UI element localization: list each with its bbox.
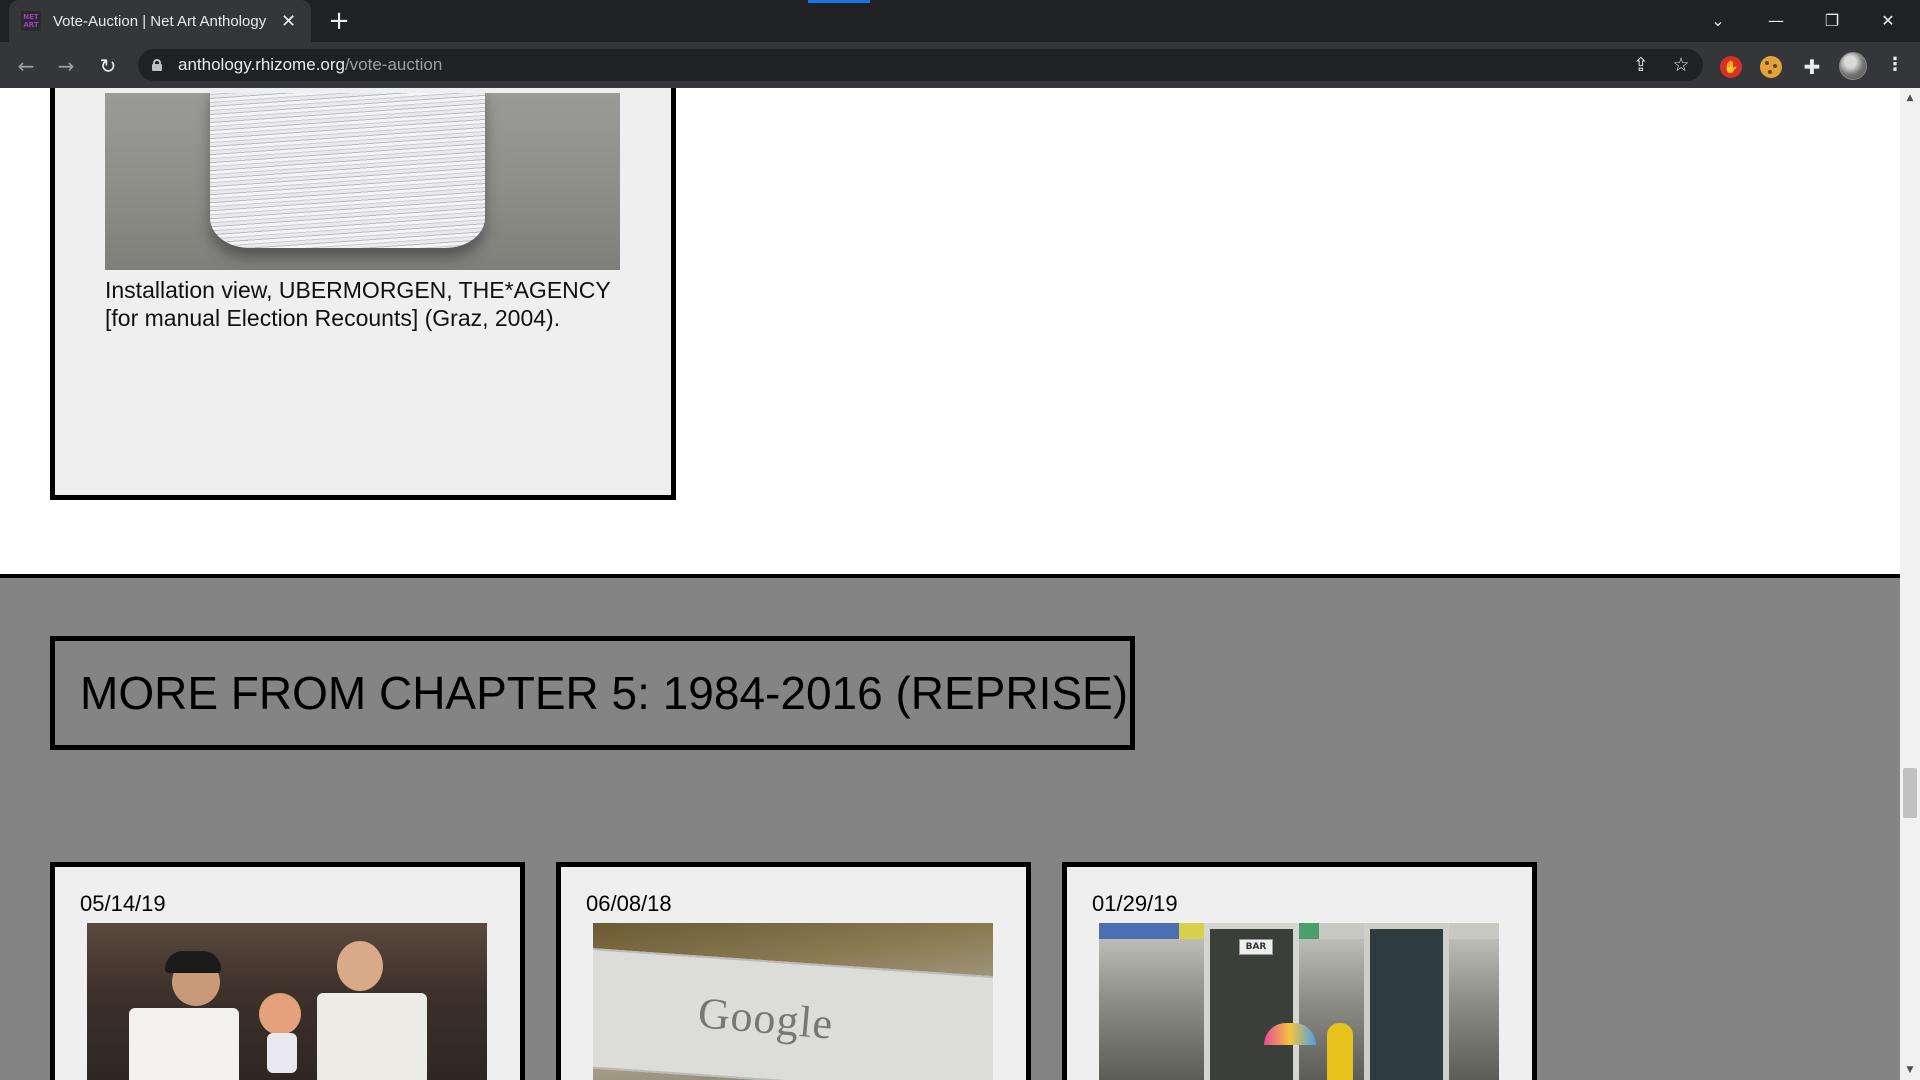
scroll-down-arrow-icon[interactable]: ▼	[1900, 1062, 1920, 1078]
restore-button[interactable]: ❐	[1804, 0, 1860, 42]
card-date: 01/29/19	[1092, 891, 1178, 916]
new-tab-button[interactable]: +	[324, 6, 354, 36]
lock-icon	[152, 59, 162, 71]
chapter-heading-box[interactable]: MORE FROM CHAPTER 5: 1984-2016 (REPRISE)	[50, 636, 1135, 750]
address-bar[interactable]: anthology.rhizome.org/vote-auction	[138, 49, 1703, 81]
card-thumbnail[interactable]	[87, 923, 487, 1080]
tab-close-icon[interactable]: ✕	[281, 11, 296, 32]
url-path: /vote-auction	[344, 55, 443, 74]
net-art-favicon-icon: NET ART	[21, 11, 41, 31]
scroll-up-arrow-icon[interactable]: ▲	[1900, 90, 1920, 106]
forward-button[interactable]: →	[50, 50, 82, 82]
bar-sign: BAR	[1239, 939, 1273, 955]
card-date: 06/08/18	[586, 891, 672, 916]
browser-menu-icon[interactable]: ⋮	[1880, 50, 1910, 80]
t-shirt-shape	[267, 1033, 297, 1073]
paper-stack-image	[210, 93, 485, 248]
page-scrollbar[interactable]: ▲ ▼	[1900, 88, 1920, 1080]
artwork-card[interactable]: 06/08/18 Google	[556, 862, 1031, 1080]
window-shape	[1364, 923, 1449, 1080]
card-thumbnail[interactable]: Google	[593, 923, 993, 1080]
t-shirt-shape	[317, 993, 427, 1080]
extensions-puzzle-icon[interactable]: ✚	[1797, 52, 1827, 82]
scrollbar-thumb[interactable]	[1903, 768, 1917, 818]
close-window-button[interactable]: ✕	[1860, 0, 1916, 42]
person-raincoat-shape	[1327, 1023, 1353, 1080]
address-toolbar: ← → ↻ anthology.rhizome.org/vote-auction…	[0, 42, 1920, 88]
card-thumbnail[interactable]: BAR	[1099, 923, 1499, 1080]
tab-search-chevron-icon[interactable]: ⌄	[1690, 0, 1746, 42]
more-from-chapter-section: MORE FROM CHAPTER 5: 1984-2016 (REPRISE)…	[0, 574, 1900, 1080]
extension-adblock-icon[interactable]: ✋	[1720, 56, 1742, 78]
back-button[interactable]: ←	[10, 50, 42, 82]
t-shirt-shape	[129, 1008, 239, 1080]
minimize-button[interactable]: —	[1748, 0, 1804, 42]
share-icon[interactable]: ⇪	[1626, 50, 1656, 80]
page-viewport: Installation view, UBERMORGEN, THE*AGENC…	[0, 88, 1900, 1080]
artwork-card[interactable]: 01/29/19 BAR	[1062, 862, 1537, 1080]
profile-avatar[interactable]	[1839, 52, 1867, 80]
installation-photo[interactable]	[105, 93, 620, 270]
card-date: 05/14/19	[80, 891, 166, 916]
cap-shape	[165, 951, 221, 973]
figure-caption: Installation view, UBERMORGEN, THE*AGENC…	[105, 277, 611, 331]
tab-vote-auction[interactable]: NET ART Vote-Auction | Net Art Anthology …	[9, 0, 311, 42]
person-figure	[337, 941, 383, 991]
reload-button[interactable]: ↻	[92, 50, 124, 82]
tab-title: Vote-Auction | Net Art Anthology	[53, 12, 267, 30]
url-host: anthology.rhizome.org	[178, 55, 345, 74]
tab-bar: NET ART Vote-Auction | Net Art Anthology …	[0, 0, 1920, 42]
artwork-card[interactable]: 05/14/19	[50, 862, 525, 1080]
extension-cookie-icon[interactable]	[1760, 56, 1782, 78]
bookmark-star-icon[interactable]: ☆	[1666, 50, 1696, 80]
person-figure	[259, 993, 301, 1035]
figure-card: Installation view, UBERMORGEN, THE*AGENC…	[50, 88, 676, 500]
tab-drag-indicator	[808, 0, 870, 3]
chapter-heading: MORE FROM CHAPTER 5: 1984-2016 (REPRISE)	[80, 667, 1129, 719]
